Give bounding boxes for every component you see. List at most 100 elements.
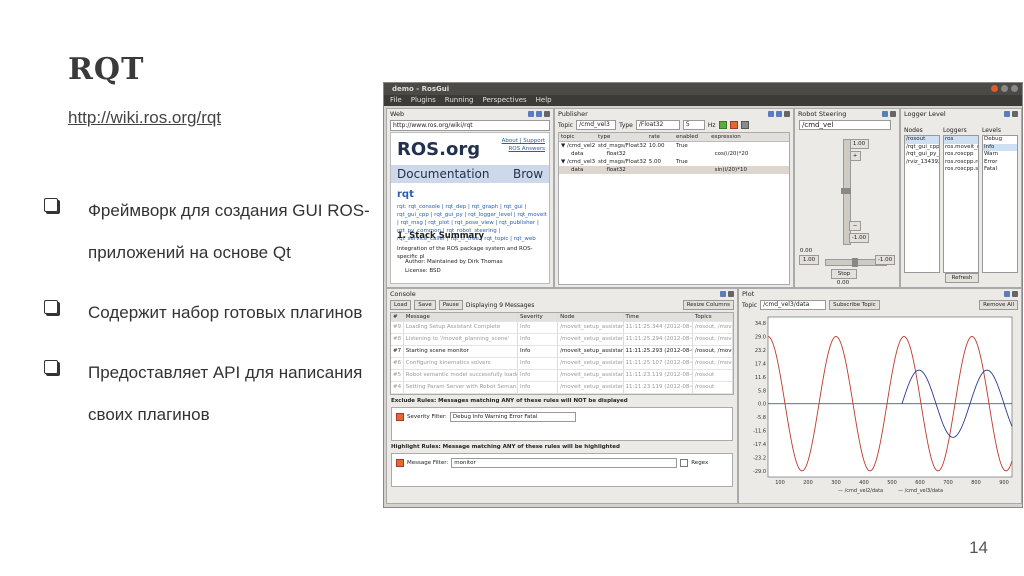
message-filter-checkbox[interactable] xyxy=(396,459,404,467)
column-header[interactable]: Severity xyxy=(518,313,559,321)
close-icon[interactable] xyxy=(784,111,790,117)
slider-knob[interactable] xyxy=(841,188,851,194)
list-item[interactable]: /rviz_134392 xyxy=(905,159,939,167)
loggers-column: Loggers ros ros.moveit_co ros.roscpp ros… xyxy=(943,127,979,273)
menu-running[interactable]: Running xyxy=(445,95,474,106)
nodes-list[interactable]: /rosout /rqt_gui_cpp_ /rqt_gui_py_n /rvi… xyxy=(904,135,940,273)
top-limit-value[interactable]: 1.00 xyxy=(849,139,869,149)
documentation-tab[interactable]: Documentation xyxy=(397,167,490,181)
list-item[interactable]: ros.roscpp.su xyxy=(944,166,978,174)
column-header[interactable]: Message xyxy=(404,313,519,321)
list-item[interactable]: ros xyxy=(944,136,978,144)
table-row[interactable]: #4 Setting Param Server with Robot Seman… xyxy=(391,382,733,394)
slider-knob[interactable] xyxy=(852,258,858,267)
close-icon[interactable] xyxy=(991,85,998,92)
close-icon[interactable] xyxy=(728,291,734,297)
table-row[interactable]: #8 Listening to '/moveit_planning_scene'… xyxy=(391,334,733,346)
column-header[interactable]: Topics xyxy=(693,313,733,321)
severity-filter-checkbox[interactable] xyxy=(396,413,404,421)
list-item[interactable]: Warn xyxy=(983,151,1017,159)
cell: data xyxy=(571,167,584,173)
column-header[interactable]: topic xyxy=(559,133,596,141)
help-icon[interactable] xyxy=(528,111,534,117)
rqt-wiki-link[interactable]: http://wiki.ros.org/rqt xyxy=(68,108,221,128)
reload-icon[interactable] xyxy=(776,111,782,117)
cell: True xyxy=(676,159,688,165)
severity-filter-list[interactable]: Debug Info Warning Error Fatal xyxy=(449,412,576,422)
load-button[interactable]: Load xyxy=(390,300,412,310)
list-item[interactable]: ros.moveit_co xyxy=(944,144,978,152)
table-row[interactable]: data float32 sin(i/20)*10 xyxy=(559,166,789,174)
close-icon[interactable] xyxy=(544,111,550,117)
help-icon[interactable] xyxy=(1004,111,1010,117)
column-header[interactable]: enabled xyxy=(674,133,709,141)
web-pane: Web http://www.ros.org/wiki/rqt ROS.org … xyxy=(386,108,554,288)
reload-icon[interactable] xyxy=(536,111,542,117)
list-item[interactable]: /rqt_gui_cpp_ xyxy=(905,144,939,152)
table-row[interactable]: ▼ /cmd_vel3 std_msgs/Float32 5.00 True xyxy=(559,158,789,166)
browse-tab[interactable]: Brow xyxy=(513,165,543,183)
column-header[interactable]: Time xyxy=(624,313,693,321)
close-icon[interactable] xyxy=(1012,111,1018,117)
decrease-button[interactable]: − xyxy=(849,221,861,231)
list-item[interactable]: /rosout xyxy=(905,136,939,144)
add-icon[interactable] xyxy=(718,121,727,129)
table-row[interactable]: #6 Configuring kinematics solvers Info /… xyxy=(391,358,733,370)
answers-link[interactable]: ROS Answers xyxy=(502,145,545,153)
menu-perspectives[interactable]: Perspectives xyxy=(482,95,526,106)
stop-button[interactable]: Stop xyxy=(831,269,857,279)
help-icon[interactable] xyxy=(1004,291,1010,297)
url-input[interactable]: http://www.ros.org/wiki/rqt xyxy=(390,120,550,131)
subscribe-topic-button[interactable]: Subscribe Topic xyxy=(829,300,880,310)
clear-icon[interactable] xyxy=(740,121,749,129)
minimize-icon[interactable] xyxy=(1001,85,1008,92)
menu-file[interactable]: File xyxy=(390,95,402,106)
remove-icon[interactable] xyxy=(729,121,738,129)
freq-spin[interactable]: 5 xyxy=(682,120,705,130)
remove-all-button[interactable]: Remove All xyxy=(979,300,1018,310)
steering-topic-input[interactable]: /cmd_vel xyxy=(799,120,891,130)
table-row[interactable]: #9 Loading Setup Assistant Complete Info… xyxy=(391,322,733,334)
close-icon[interactable] xyxy=(890,111,896,117)
resize-columns-button[interactable]: Resize Columns xyxy=(682,300,734,310)
list-item[interactable]: Info xyxy=(983,143,1017,151)
table-row[interactable]: #7 Starting scene monitor Info /moveit_s… xyxy=(391,346,733,358)
message-filter-input[interactable]: monitor xyxy=(451,458,678,468)
column-header[interactable]: type xyxy=(596,133,647,141)
topic-combo[interactable]: /cmd_vel3 xyxy=(576,120,617,130)
left-limit-value[interactable]: 1.00 xyxy=(799,255,819,265)
list-item[interactable]: ros.roscpp xyxy=(944,151,978,159)
table-row[interactable]: ▼ /cmd_vel2 std_msgs/Float32 10.00 True xyxy=(559,142,789,150)
maximize-icon[interactable] xyxy=(1011,85,1018,92)
list-item[interactable]: /rqt_gui_py_n xyxy=(905,151,939,159)
levels-list[interactable]: Debug Info Warn Error Fatal xyxy=(982,135,1018,273)
help-icon[interactable] xyxy=(882,111,888,117)
regex-checkbox[interactable] xyxy=(680,459,689,467)
about-link[interactable]: About | Support xyxy=(502,137,545,145)
column-header[interactable]: Node xyxy=(558,313,624,321)
save-button[interactable]: Save xyxy=(414,300,436,310)
close-icon[interactable] xyxy=(1012,291,1018,297)
plot-topic-input[interactable]: /cmd_vel3/data xyxy=(760,300,827,310)
right-limit-value[interactable]: -1.00 xyxy=(875,255,895,265)
menu-plugins[interactable]: Plugins xyxy=(411,95,436,106)
column-header[interactable]: rate xyxy=(647,133,674,141)
list-item[interactable]: Debug xyxy=(983,136,1017,144)
list-item[interactable]: ros.roscpp.ro xyxy=(944,159,978,167)
column-header[interactable]: expression xyxy=(709,133,789,141)
plot-area[interactable]: 34.8 29.0 23.2 17.4 11.6 5.8 0.0 -5.8 -11.6 -17.4… xyxy=(742,313,1013,499)
type-combo[interactable]: /Float32 xyxy=(635,120,680,130)
menu-help[interactable]: Help xyxy=(536,95,552,106)
refresh-button[interactable]: Refresh xyxy=(945,273,979,283)
list-item[interactable]: Fatal xyxy=(983,166,1017,174)
help-icon[interactable] xyxy=(768,111,774,117)
pause-button[interactable]: Pause xyxy=(438,300,463,310)
table-row[interactable]: #5 Robot semantic model successfully loa… xyxy=(391,370,733,382)
bottom-limit-value[interactable]: -1.00 xyxy=(849,233,869,243)
loggers-list[interactable]: ros ros.moveit_co ros.roscpp ros.roscpp.… xyxy=(943,135,979,273)
y-tick-label: 34.8 xyxy=(755,321,766,327)
table-row[interactable]: data float32 cos(i/20)*20 xyxy=(559,150,789,158)
column-header[interactable]: # xyxy=(391,313,404,321)
list-item[interactable]: Error xyxy=(983,159,1017,167)
help-icon[interactable] xyxy=(720,291,726,297)
